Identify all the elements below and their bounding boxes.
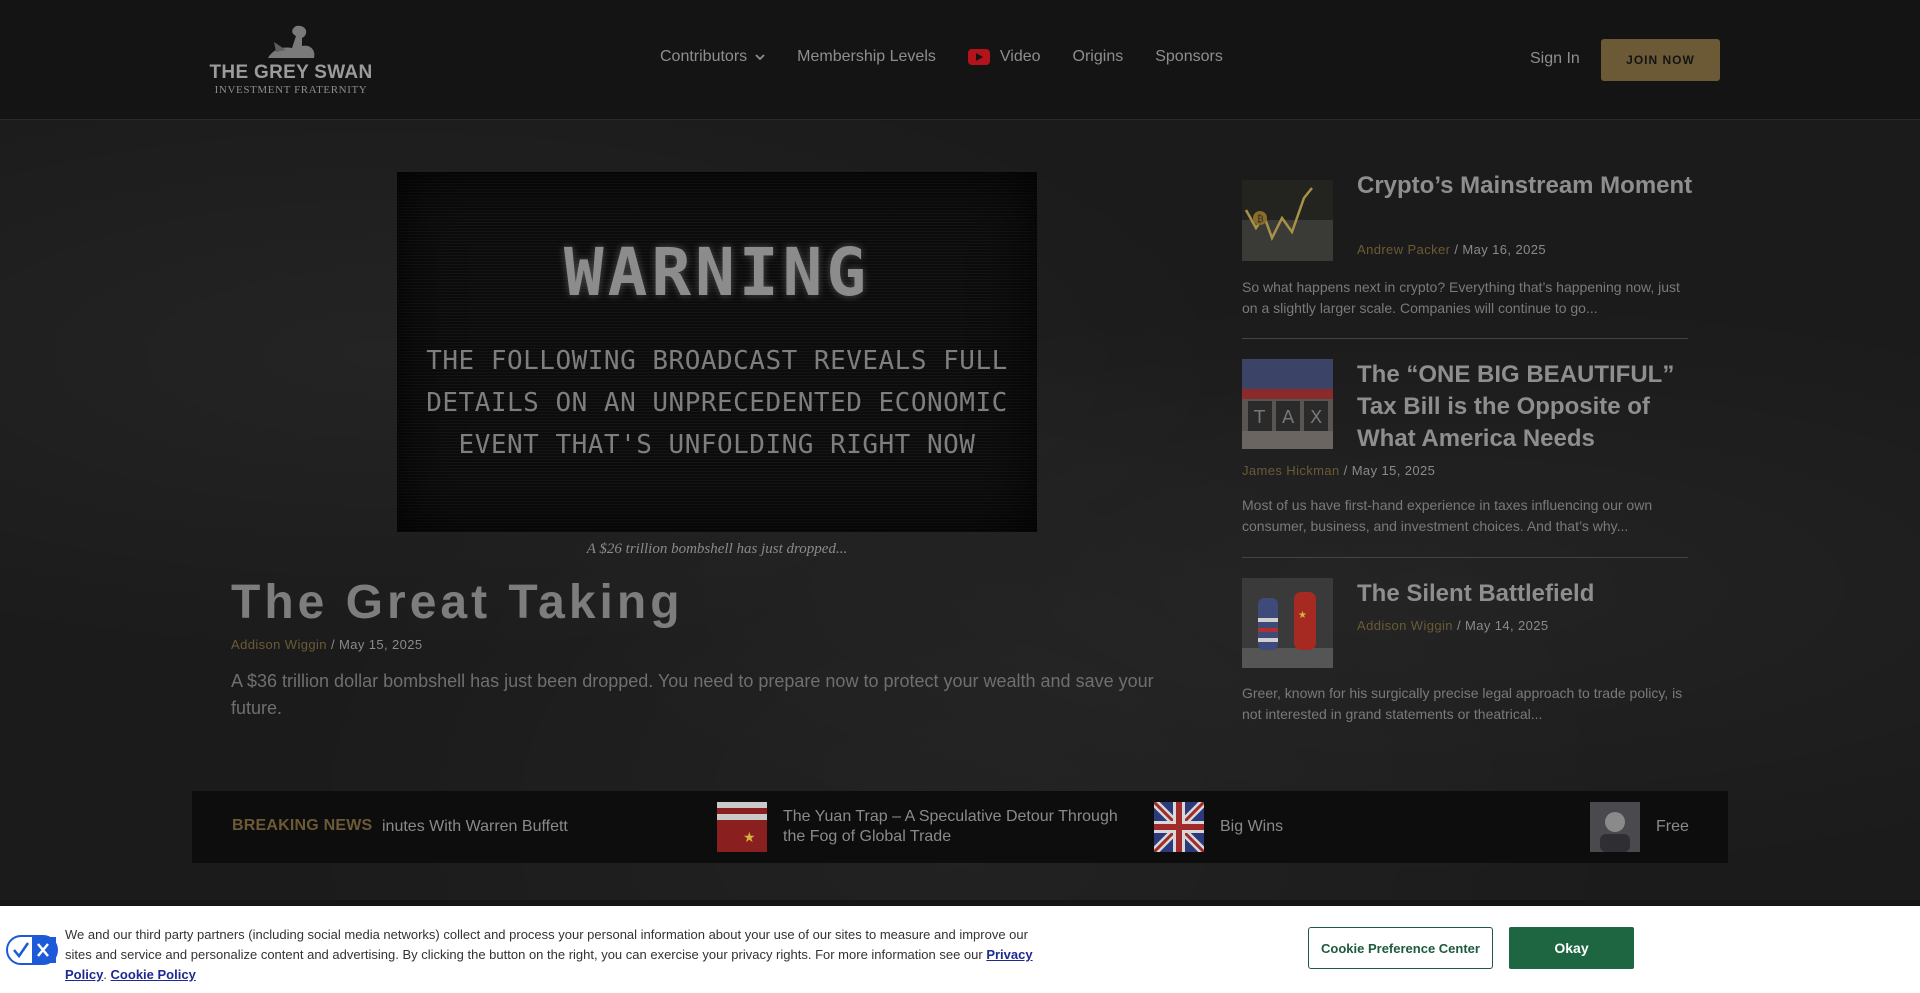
person-photo-icon bbox=[1590, 802, 1640, 852]
nav-membership-label: Membership Levels bbox=[797, 48, 936, 65]
nav-sponsors[interactable]: Sponsors bbox=[1155, 48, 1223, 66]
nav-membership-levels[interactable]: Membership Levels bbox=[797, 48, 936, 66]
nav-video-label: Video bbox=[999, 48, 1041, 65]
sidebar-date: / May 16, 2025 bbox=[1450, 242, 1546, 257]
cookie-banner: We and our third party partners (includi… bbox=[0, 906, 1920, 993]
hero-title[interactable]: The Great Taking bbox=[231, 575, 684, 630]
sidebar-article-title[interactable]: Crypto’s Mainstream Moment bbox=[1357, 170, 1693, 202]
logo-subtitle: INVESTMENT FRATERNITY bbox=[214, 84, 368, 96]
hero-video-image[interactable]: WARNING THE FOLLOWING BROADCAST REVEALS … bbox=[397, 172, 1037, 532]
ticker-text: The Yuan Trap – A Speculative Detour Thr… bbox=[783, 808, 1118, 845]
swan-icon bbox=[268, 25, 315, 58]
chess-flags-icon[interactable]: ★ bbox=[1242, 578, 1333, 668]
nav-origins[interactable]: Origins bbox=[1073, 48, 1124, 66]
nav-video[interactable]: Video bbox=[967, 48, 1041, 66]
sidebar-date: / May 15, 2025 bbox=[1339, 463, 1436, 478]
site-header: THE GREY SWAN INVESTMENT FRATERNITY Cont… bbox=[0, 0, 1920, 120]
ticker-item[interactable]: ★ The Yuan Trap – A Speculative Detour T… bbox=[717, 801, 1137, 853]
svg-text:A: A bbox=[1282, 407, 1295, 428]
sidebar-author-link[interactable]: James Hickman bbox=[1242, 463, 1340, 478]
chevron-down-icon bbox=[755, 54, 765, 61]
hero-author-link[interactable]: Addison Wiggin bbox=[231, 637, 327, 652]
hero-date: / May 15, 2025 bbox=[326, 637, 423, 652]
breaking-news-label: BREAKING NEWS bbox=[232, 817, 373, 834]
breaking-news-bar: BREAKING NEWS inutes With Warren Buffett… bbox=[192, 791, 1728, 863]
uk-flag-icon bbox=[1154, 802, 1204, 852]
sidebar-article-title[interactable]: The “ONE BIG BEAUTIFUL” Tax Bill is the … bbox=[1357, 359, 1693, 455]
svg-text:T: T bbox=[1253, 407, 1266, 428]
hero-excerpt: A $36 trillion dollar bombshell has just… bbox=[231, 671, 1154, 718]
sidebar-article-meta: Andrew Packer / May 16, 2025 bbox=[1357, 242, 1546, 257]
hero-warning-line: DETAILS ON AN UNPRECEDENTED ECONOMIC bbox=[426, 388, 1008, 418]
sidebar-divider bbox=[1242, 557, 1688, 558]
ticker-item[interactable]: inutes With Warren Buffett bbox=[382, 801, 568, 853]
sidebar-article-excerpt: Most of us have first-hand experience in… bbox=[1242, 497, 1653, 534]
sidebar-article-title[interactable]: The Silent Battlefield bbox=[1357, 578, 1693, 610]
sign-in-link[interactable]: Sign In bbox=[1530, 50, 1580, 68]
ticker-text: Big Wins bbox=[1220, 818, 1284, 835]
crypto-chart-icon[interactable]: ₿ bbox=[1242, 180, 1333, 261]
cookie-preference-center-button[interactable]: Cookie Preference Center bbox=[1308, 927, 1493, 969]
nav-origins-label: Origins bbox=[1072, 48, 1124, 65]
svg-text:X: X bbox=[1310, 407, 1322, 428]
cookie-policy-link[interactable]: Cookie Policy bbox=[111, 967, 196, 982]
svg-text:★: ★ bbox=[1298, 610, 1307, 621]
svg-text:₿: ₿ bbox=[1257, 214, 1264, 225]
cookie-message: We and our third party partners (includi… bbox=[65, 927, 1028, 962]
hero-warning-text: THE FOLLOWING BROADCAST REVEALS FULL DET… bbox=[397, 340, 1037, 466]
svg-text:★: ★ bbox=[743, 830, 756, 846]
nav-sponsors-label: Sponsors bbox=[1155, 48, 1223, 65]
hero-warning-title: WARNING bbox=[563, 234, 871, 311]
site-logo[interactable]: THE GREY SWAN INVESTMENT FRATERNITY bbox=[208, 24, 374, 96]
sidebar-author-link[interactable]: Addison Wiggin bbox=[1357, 618, 1453, 633]
ticker-item[interactable]: Free bbox=[1590, 801, 1689, 853]
logo-title: THE GREY SWAN bbox=[209, 62, 373, 83]
nav-contributors[interactable]: Contributors bbox=[660, 48, 765, 66]
ticker-item[interactable]: Big Wins bbox=[1154, 801, 1283, 853]
ticker-text: inutes With Warren Buffett bbox=[382, 818, 568, 835]
sidebar-article-excerpt: Greer, known for his surgically precise … bbox=[1242, 685, 1683, 722]
hero-caption: A $26 trillion bombshell has just droppe… bbox=[586, 541, 848, 557]
sidebar-article-meta: Addison Wiggin / May 14, 2025 bbox=[1357, 618, 1549, 633]
join-now-button[interactable]: JOIN NOW bbox=[1601, 39, 1720, 81]
cookie-okay-button[interactable]: Okay bbox=[1509, 927, 1634, 969]
hero-meta: Addison Wiggin / May 15, 2025 bbox=[231, 637, 423, 652]
cookie-separator: . bbox=[103, 967, 107, 982]
nav-contributors-label: Contributors bbox=[660, 48, 748, 65]
cookie-notice-text: We and our third party partners (includi… bbox=[65, 925, 1055, 985]
china-usa-flag-icon: ★ bbox=[717, 802, 767, 852]
ticker-text: Free bbox=[1656, 818, 1689, 835]
sidebar-date: / May 14, 2025 bbox=[1452, 618, 1549, 633]
main-nav: Contributors Membership Levels Video Ori… bbox=[660, 48, 1255, 66]
sidebar-author-link[interactable]: Andrew Packer bbox=[1357, 242, 1450, 257]
sidebar-divider bbox=[1242, 338, 1688, 339]
hero-warning-line: THE FOLLOWING BROADCAST REVEALS FULL bbox=[426, 346, 1008, 376]
sidebar-article-excerpt: So what happens next in crypto? Everythi… bbox=[1242, 279, 1680, 316]
tax-blocks-icon[interactable]: T A X bbox=[1242, 359, 1333, 449]
privacy-choices-icon[interactable] bbox=[6, 935, 58, 965]
youtube-icon bbox=[967, 49, 990, 65]
sidebar-article-meta: James Hickman / May 15, 2025 bbox=[1242, 463, 1435, 478]
hero-warning-line: EVENT THAT'S UNFOLDING RIGHT NOW bbox=[458, 430, 976, 460]
